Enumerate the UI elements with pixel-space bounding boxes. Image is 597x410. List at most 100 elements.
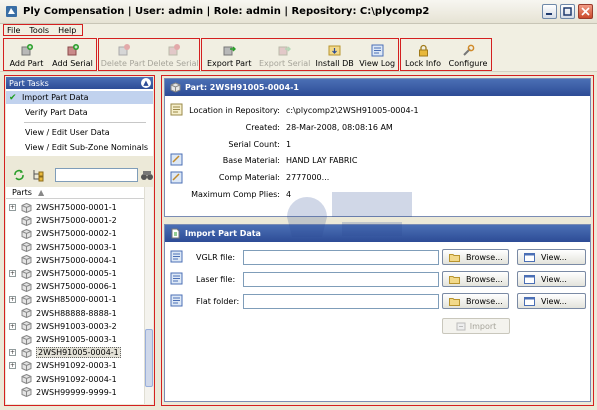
tree-part-item[interactable]: 2WSH75000-0003-1 xyxy=(6,241,144,254)
expand-icon[interactable]: + xyxy=(9,296,16,304)
tree-part-item[interactable]: +2WSH85000-0001-1 xyxy=(6,293,144,306)
export-serial-button[interactable]: Export Serial xyxy=(256,39,312,70)
tree-part-item[interactable]: +2WSH91005-0004-1 xyxy=(6,346,144,359)
tree-part-item[interactable]: 2WSH75000-0004-1 xyxy=(6,254,144,267)
view-button[interactable]: View... xyxy=(517,293,586,309)
parts-column-header[interactable]: Parts ▲ xyxy=(6,187,144,199)
part-field-value: c:\plycomp2\2WSH91005-0004-1 xyxy=(286,106,419,115)
tree-scrollbar[interactable] xyxy=(144,187,153,404)
part-cube-icon xyxy=(21,242,32,253)
collapse-icon[interactable]: ▲ xyxy=(141,78,151,88)
part-cube-icon xyxy=(21,202,32,213)
add-part-button[interactable]: Add Part xyxy=(4,39,49,70)
menu-help[interactable]: Help xyxy=(58,26,76,35)
browse-button-label: Browse... xyxy=(466,252,503,262)
scrollbar-thumb[interactable] xyxy=(145,329,153,387)
app-icon xyxy=(6,6,17,17)
tree-part-item[interactable]: 2WSH75000-0006-1 xyxy=(6,280,144,293)
configure-button[interactable]: Configure xyxy=(445,39,491,70)
toolbar-group-settings: Lock Info Configure xyxy=(400,38,492,71)
tree-part-item[interactable]: +2WSH75000-0005-1 xyxy=(6,267,144,280)
task-verify-part-data[interactable]: Verify Part Data xyxy=(6,106,153,119)
expand-icon[interactable]: + xyxy=(9,322,16,330)
task-label: View / Edit Sub-Zone Nominals xyxy=(25,143,149,152)
tree-part-label: 2WSH75000-0002-1 xyxy=(36,229,117,239)
close-button[interactable] xyxy=(578,4,593,19)
import-file-input[interactable] xyxy=(243,250,439,265)
refresh-icon[interactable] xyxy=(12,168,26,182)
part-tasks-title: Part Tasks xyxy=(9,78,49,88)
expand-icon[interactable]: + xyxy=(9,362,16,370)
part-cube-icon xyxy=(21,360,32,371)
tree-part-item[interactable]: 2WSH91005-0003-1 xyxy=(6,333,144,346)
task-view-edit-subzone-nominals[interactable]: View / Edit Sub-Zone Nominals xyxy=(6,141,153,154)
browse-button-label: Browse... xyxy=(466,296,503,306)
tree-part-label: 2WSH91003-0003-2 xyxy=(36,321,117,331)
part-cube-icon xyxy=(21,308,32,319)
part-cube-icon xyxy=(21,215,32,226)
import-file-input[interactable] xyxy=(243,272,439,287)
task-import-part-data[interactable]: ✔ Import Part Data xyxy=(6,91,153,104)
lock-info-label: Lock Info xyxy=(405,59,441,68)
export-part-icon xyxy=(223,46,236,56)
add-serial-button[interactable]: Add Serial xyxy=(49,39,96,70)
add-serial-label: Add Serial xyxy=(52,59,93,68)
add-part-label: Add Part xyxy=(9,59,44,68)
tree-part-label: 2WSH75000-0004-1 xyxy=(36,255,117,265)
delete-serial-button[interactable]: Delete Serial xyxy=(147,39,199,70)
import-field-label: Laser file: xyxy=(196,275,236,284)
tree-part-label: 2WSH91092-0004-1 xyxy=(36,374,117,384)
tree-part-item[interactable]: 2WSH75000-0001-2 xyxy=(6,214,144,227)
view-button-label: View... xyxy=(541,274,567,284)
sort-arrow-icon: ▲ xyxy=(37,188,45,197)
menu-tools[interactable]: Tools xyxy=(29,26,49,35)
import-file-input[interactable] xyxy=(243,294,439,309)
view-button-label: View... xyxy=(541,252,567,262)
part-field-value: 1 xyxy=(286,140,292,149)
export-serial-icon xyxy=(278,46,292,56)
task-label: Import Part Data xyxy=(22,93,89,102)
install-db-icon xyxy=(328,45,341,56)
minimize-button[interactable] xyxy=(542,4,557,19)
browse-button[interactable]: Browse... xyxy=(442,249,509,265)
tree-part-item[interactable]: 2WSH75000-0002-1 xyxy=(6,227,144,240)
tree-part-item[interactable]: +2WSH91092-0003-1 xyxy=(6,359,144,372)
tree-part-item[interactable]: +2WSH75000-0001-1 xyxy=(6,201,144,214)
export-part-button[interactable]: Export Part xyxy=(202,39,256,70)
title-bar[interactable]: Ply Compensation | User: admin | Role: a… xyxy=(0,0,597,24)
install-db-button[interactable]: Install DB xyxy=(313,39,357,70)
view-log-button[interactable]: View Log xyxy=(356,39,398,70)
part-title: Part: 2WSH91005-0004-1 xyxy=(185,83,299,92)
parts-tree: Parts ▲ +2WSH75000-0001-1 2WSH75000-0001-… xyxy=(6,187,153,404)
lock-info-button[interactable]: Lock Info xyxy=(401,39,445,70)
task-view-edit-user-data[interactable]: View / Edit User Data xyxy=(6,126,153,139)
configure-icon xyxy=(462,44,474,56)
expand-icon[interactable]: + xyxy=(9,349,16,357)
export-part-label: Export Part xyxy=(206,59,252,68)
add-part-icon xyxy=(21,44,33,56)
checkmark-icon: ✔ xyxy=(9,92,17,103)
tree-search-input[interactable] xyxy=(55,168,138,182)
browse-button[interactable]: Browse... xyxy=(442,293,509,309)
view-button[interactable]: View... xyxy=(517,249,586,265)
tree-expand-icon[interactable] xyxy=(31,168,45,182)
tree-part-item[interactable]: 2WSH91092-0004-1 xyxy=(6,373,144,386)
task-label: View / Edit User Data xyxy=(25,128,110,137)
part-field-label: Serial Count: xyxy=(228,140,280,149)
tree-part-item[interactable]: +2WSH91003-0003-2 xyxy=(6,320,144,333)
maximize-button[interactable] xyxy=(560,4,575,19)
menu-file[interactable]: File xyxy=(7,26,20,35)
import-button[interactable]: Import xyxy=(442,318,510,334)
tree-part-item[interactable]: 2WSH88888-8888-1 xyxy=(6,307,144,320)
part-tasks-header[interactable]: Part Tasks ▲ xyxy=(6,77,153,89)
tree-part-item[interactable]: 2WSH99999-9999-1 xyxy=(6,386,144,399)
view-button[interactable]: View... xyxy=(517,271,586,287)
tree-part-label: 2WSH99999-9999-1 xyxy=(36,387,117,397)
expand-icon[interactable]: + xyxy=(9,204,16,211)
part-field-label: Location in Repository: xyxy=(189,106,280,115)
delete-part-button[interactable]: Delete Part xyxy=(99,39,147,70)
expand-icon[interactable]: + xyxy=(9,270,16,277)
view-button-label: View... xyxy=(541,296,567,306)
browse-button[interactable]: Browse... xyxy=(442,271,509,287)
delete-part-icon xyxy=(118,44,130,56)
